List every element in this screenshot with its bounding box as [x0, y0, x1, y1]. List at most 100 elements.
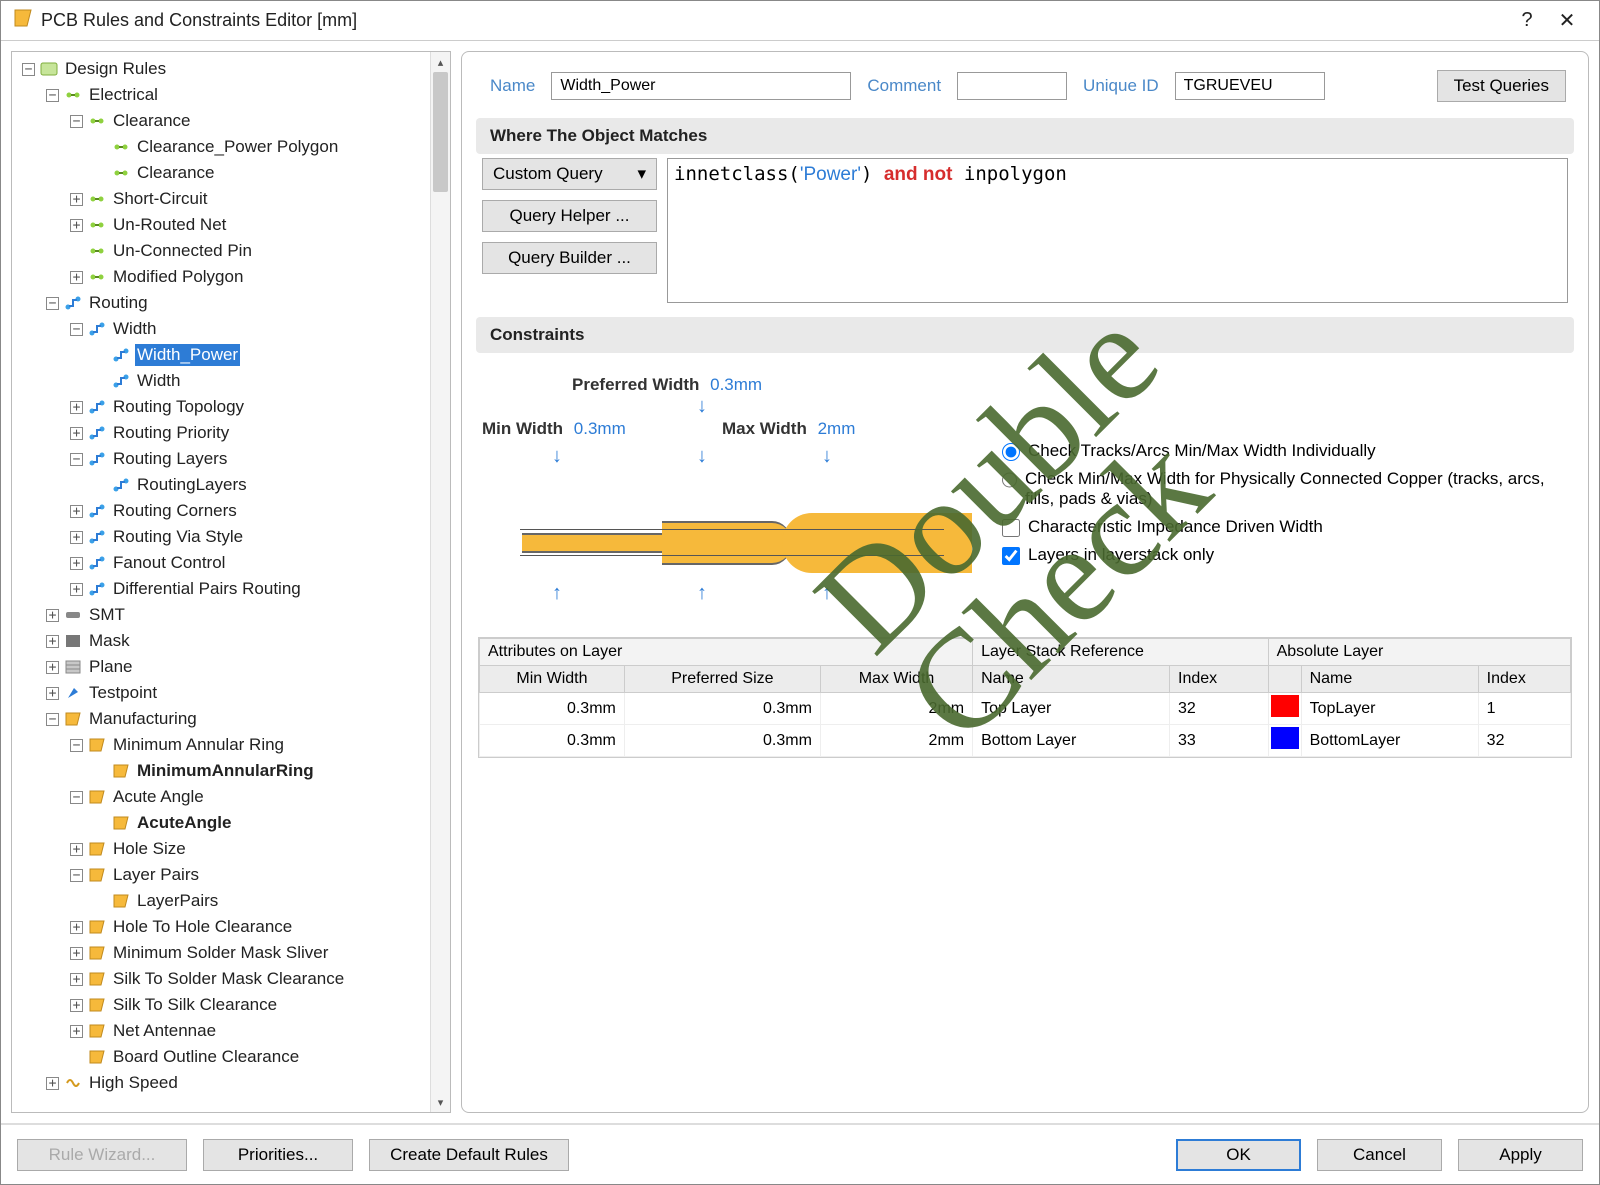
col-pref[interactable]: Preferred Size	[624, 666, 820, 693]
col-aname[interactable]: Name	[1301, 666, 1478, 693]
expand-icon[interactable]: +	[70, 557, 83, 570]
min-width-value[interactable]: 0.3mm	[574, 419, 626, 438]
ok-button[interactable]: OK	[1176, 1139, 1301, 1171]
expand-icon[interactable]: +	[70, 973, 83, 986]
collapse-icon[interactable]: −	[46, 297, 59, 310]
tree-item[interactable]: −Routing Layers	[16, 446, 430, 472]
tree-item[interactable]: +Hole Size	[16, 836, 430, 862]
tree-item[interactable]: +Routing Priority	[16, 420, 430, 446]
collapse-icon[interactable]: −	[70, 791, 83, 804]
collapse-icon[interactable]: −	[70, 739, 83, 752]
tree-item[interactable]: +Differential Pairs Routing	[16, 576, 430, 602]
tree-item[interactable]: LayerPairs	[16, 888, 430, 914]
tree-item[interactable]: Clearance	[16, 160, 430, 186]
expand-icon[interactable]: +	[46, 687, 59, 700]
scroll-up-icon[interactable]: ▴	[431, 52, 450, 72]
tree-item[interactable]: +High Speed	[16, 1070, 430, 1096]
tree-item[interactable]: −Minimum Annular Ring	[16, 732, 430, 758]
tree-item[interactable]: AcuteAngle	[16, 810, 430, 836]
collapse-icon[interactable]: −	[70, 453, 83, 466]
tree-item[interactable]: MinimumAnnularRing	[16, 758, 430, 784]
expand-icon[interactable]: +	[70, 531, 83, 544]
expand-icon[interactable]: +	[46, 609, 59, 622]
tree-item[interactable]: +Modified Polygon	[16, 264, 430, 290]
expand-icon[interactable]: +	[46, 661, 59, 674]
check-mode-individual[interactable]: Check Tracks/Arcs Min/Max Width Individu…	[1002, 437, 1568, 465]
tree-item[interactable]: +Net Antennae	[16, 1018, 430, 1044]
col-lindex[interactable]: Index	[1170, 666, 1269, 693]
collapse-icon[interactable]: −	[70, 323, 83, 336]
max-width-value[interactable]: 2mm	[818, 419, 856, 438]
close-button[interactable]: ✕	[1547, 1, 1587, 41]
tree-item[interactable]: Width	[16, 368, 430, 394]
tree-item[interactable]: +Mask	[16, 628, 430, 654]
test-queries-button[interactable]: Test Queries	[1437, 70, 1566, 102]
uid-input[interactable]	[1175, 72, 1325, 100]
tree-item[interactable]: +Testpoint	[16, 680, 430, 706]
col-min[interactable]: Min Width	[480, 666, 625, 693]
rules-tree[interactable]: −Design Rules−Electrical−ClearanceCleara…	[11, 51, 451, 1113]
query-textarea[interactable]	[667, 158, 1568, 303]
tree-item[interactable]: −Width	[16, 316, 430, 342]
tree-item[interactable]: −Clearance	[16, 108, 430, 134]
expand-icon[interactable]: +	[70, 193, 83, 206]
tree-item[interactable]: −Electrical	[16, 82, 430, 108]
name-input[interactable]	[551, 72, 851, 100]
scroll-thumb[interactable]	[433, 72, 448, 192]
tree-item[interactable]: +Silk To Silk Clearance	[16, 992, 430, 1018]
expand-icon[interactable]: +	[70, 401, 83, 414]
tree-item[interactable]: +Silk To Solder Mask Clearance	[16, 966, 430, 992]
tree-item[interactable]: +Un-Routed Net	[16, 212, 430, 238]
collapse-icon[interactable]: −	[22, 63, 35, 76]
tree-item[interactable]: Un-Connected Pin	[16, 238, 430, 264]
preferred-width-value[interactable]: 0.3mm	[710, 375, 762, 394]
tree-item[interactable]: +Fanout Control	[16, 550, 430, 576]
tree-item[interactable]: +SMT	[16, 602, 430, 628]
tree-item[interactable]: Width_Power	[16, 342, 430, 368]
comment-input[interactable]	[957, 72, 1067, 100]
tree-item[interactable]: −Layer Pairs	[16, 862, 430, 888]
scroll-down-icon[interactable]: ▾	[431, 1092, 450, 1112]
tree-item[interactable]: Board Outline Clearance	[16, 1044, 430, 1070]
create-defaults-button[interactable]: Create Default Rules	[369, 1139, 569, 1171]
tree-item[interactable]: −Acute Angle	[16, 784, 430, 810]
expand-icon[interactable]: +	[70, 999, 83, 1012]
rule-wizard-button[interactable]: Rule Wizard...	[17, 1139, 187, 1171]
impedance-checkbox[interactable]: Characteristic Impedance Driven Width	[1002, 513, 1568, 541]
tree-item[interactable]: +Routing Via Style	[16, 524, 430, 550]
tree-item[interactable]: +Minimum Solder Mask Sliver	[16, 940, 430, 966]
expand-icon[interactable]: +	[70, 271, 83, 284]
expand-icon[interactable]: +	[70, 947, 83, 960]
tree-item[interactable]: +Hole To Hole Clearance	[16, 914, 430, 940]
query-builder-button[interactable]: Query Builder ...	[482, 242, 657, 274]
expand-icon[interactable]: +	[70, 427, 83, 440]
table-row[interactable]: 0.3mm0.3mm2mmTop Layer32TopLayer1	[480, 693, 1571, 725]
collapse-icon[interactable]: −	[46, 713, 59, 726]
expand-icon[interactable]: +	[70, 1025, 83, 1038]
collapse-icon[interactable]: −	[70, 869, 83, 882]
tree-item[interactable]: RoutingLayers	[16, 472, 430, 498]
scope-dropdown[interactable]: Custom Query ▾	[482, 158, 657, 190]
col-aindex[interactable]: Index	[1478, 666, 1570, 693]
tree-item[interactable]: Clearance_Power Polygon	[16, 134, 430, 160]
tree-item[interactable]: −Design Rules	[16, 56, 430, 82]
tree-item[interactable]: −Manufacturing	[16, 706, 430, 732]
layers-table[interactable]: Attributes on Layer Layer Stack Referenc…	[478, 637, 1572, 758]
expand-icon[interactable]: +	[70, 219, 83, 232]
collapse-icon[interactable]: −	[70, 115, 83, 128]
cancel-button[interactable]: Cancel	[1317, 1139, 1442, 1171]
check-mode-connected[interactable]: Check Min/Max Width for Physically Conne…	[1002, 465, 1568, 513]
col-max[interactable]: Max Width	[820, 666, 972, 693]
tree-item[interactable]: −Routing	[16, 290, 430, 316]
expand-icon[interactable]: +	[46, 1077, 59, 1090]
expand-icon[interactable]: +	[70, 505, 83, 518]
collapse-icon[interactable]: −	[46, 89, 59, 102]
help-button[interactable]: ?	[1507, 1, 1547, 41]
layers-only-checkbox[interactable]: Layers in layerstack only	[1002, 541, 1568, 569]
col-lname[interactable]: Name	[973, 666, 1170, 693]
priorities-button[interactable]: Priorities...	[203, 1139, 353, 1171]
expand-icon[interactable]: +	[70, 583, 83, 596]
query-helper-button[interactable]: Query Helper ...	[482, 200, 657, 232]
tree-item[interactable]: +Short-Circuit	[16, 186, 430, 212]
expand-icon[interactable]: +	[46, 635, 59, 648]
